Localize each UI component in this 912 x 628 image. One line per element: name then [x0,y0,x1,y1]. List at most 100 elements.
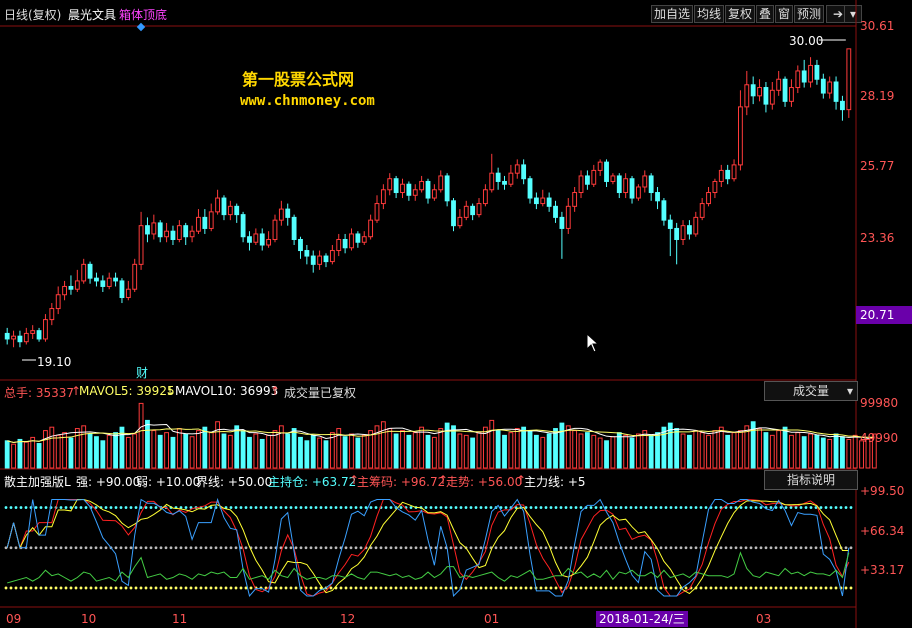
indicator-level-dot [529,546,533,550]
volume-bar [113,432,118,469]
candle-body [387,178,393,191]
indicator-level-dot [614,586,618,590]
volume-bar [565,425,571,469]
indicator-level-dot [709,546,713,550]
candle-body [74,280,80,290]
candle-body [361,236,367,243]
indicator-level-dot [289,506,293,509]
indicator-level-dot [214,546,218,550]
indicator-level-dot [629,586,633,590]
candle-body [533,197,539,205]
indicator-level-dot [734,586,738,590]
candle-body [546,197,552,207]
volume-bar [476,432,482,469]
indicator-level-dot [359,506,363,509]
volume-bar [68,437,74,469]
indicator-level-dot [524,586,528,590]
indicator-level-dot [739,546,743,550]
indicator-level-dot [754,586,758,590]
main-line-value: 主力线: +5 [524,475,586,489]
volume-selector[interactable]: 成交量 ▾ [764,381,858,401]
indicator-level-dot [499,586,503,590]
indicator-level-dot [159,586,163,590]
candle-body [482,189,488,205]
candle-body [100,280,106,287]
volume-bar [285,433,291,469]
indicator-level-dot [774,586,778,590]
indicator-level-dot [344,586,348,590]
volume-bar [234,425,240,469]
indicator-level-dot [839,506,843,509]
volume-bar [100,440,106,469]
volume-bar [176,428,182,469]
indicator-level-dot [574,586,578,590]
volume-bar [393,433,399,469]
indicator-level-dot [404,586,408,590]
indicator-level-dot [189,586,193,590]
indicator-level-dot [264,506,268,509]
volume-bar [438,428,444,469]
date-label: 11 [172,612,188,626]
indicator-level-dot [639,506,643,509]
volume-bar [527,430,533,469]
candle-body [635,186,641,199]
indicator-level-dot [759,586,763,590]
indicator-level-dot [79,586,83,590]
candle-body [801,70,807,83]
candle-body [725,169,731,180]
volume-bar [642,430,648,469]
volume-bar [540,436,546,469]
indicator-level-dot [724,546,728,550]
finance-marker[interactable]: 财 [136,364,148,381]
candle-body [591,169,597,185]
candle-body [463,205,469,218]
indicator-level-dot [259,546,263,550]
indicator-level-dot [739,586,743,590]
indicator-level-dot [354,586,358,590]
indicator-level-dot [179,546,183,550]
indicator-level-dot [659,586,663,590]
indicator-level-dot [789,506,793,509]
volume-bar [782,426,788,469]
indicator-level-dot [644,586,648,590]
indicator-level-dot [124,506,128,509]
indicator-level-dot [804,546,808,550]
indicator-level-dot [349,506,353,509]
trend-value: 走势: +56.00 [446,475,523,489]
volume-bar [553,428,558,469]
candle-body [329,250,335,263]
candle-body [4,332,10,340]
indicator-level-dot [494,586,498,590]
indicator-level-dot [54,546,58,550]
indicator-level-dot [194,546,198,550]
candle-body [597,161,603,171]
volume-bar [55,434,61,469]
indicator-level-dot [594,506,598,509]
chart-canvas[interactable] [0,0,912,628]
indicator-level-dot [529,506,533,509]
indicator-level-dot [84,506,88,509]
indicator-level-dot [384,506,388,509]
indicator-help-button[interactable]: 指标说明 [764,470,858,490]
volume-bar [266,434,272,469]
indicator-level-dot [99,586,103,590]
indicator-level-dot [564,546,568,550]
volume-bar [808,433,813,469]
indicator-level-dot [134,506,138,509]
indicator-level-dot [139,586,143,590]
indicator-level-dot [739,506,743,509]
volume-bar [457,433,463,469]
indicator-level-dot [844,546,848,550]
indicator-level-dot [639,546,643,550]
indicator-level-dot [149,586,153,590]
candle-body [840,100,845,111]
volume-bar [125,436,131,469]
indicator-level-dot [99,546,103,550]
indicator-level-dot [664,546,668,550]
volume-bar [623,434,629,469]
watermark-title: 第一股票公式网 [242,70,355,89]
candle-body [795,70,801,89]
chevron-down-icon: ▾ [846,384,853,398]
indicator-level-dot [834,506,838,509]
indicator-level-dot [824,506,828,509]
